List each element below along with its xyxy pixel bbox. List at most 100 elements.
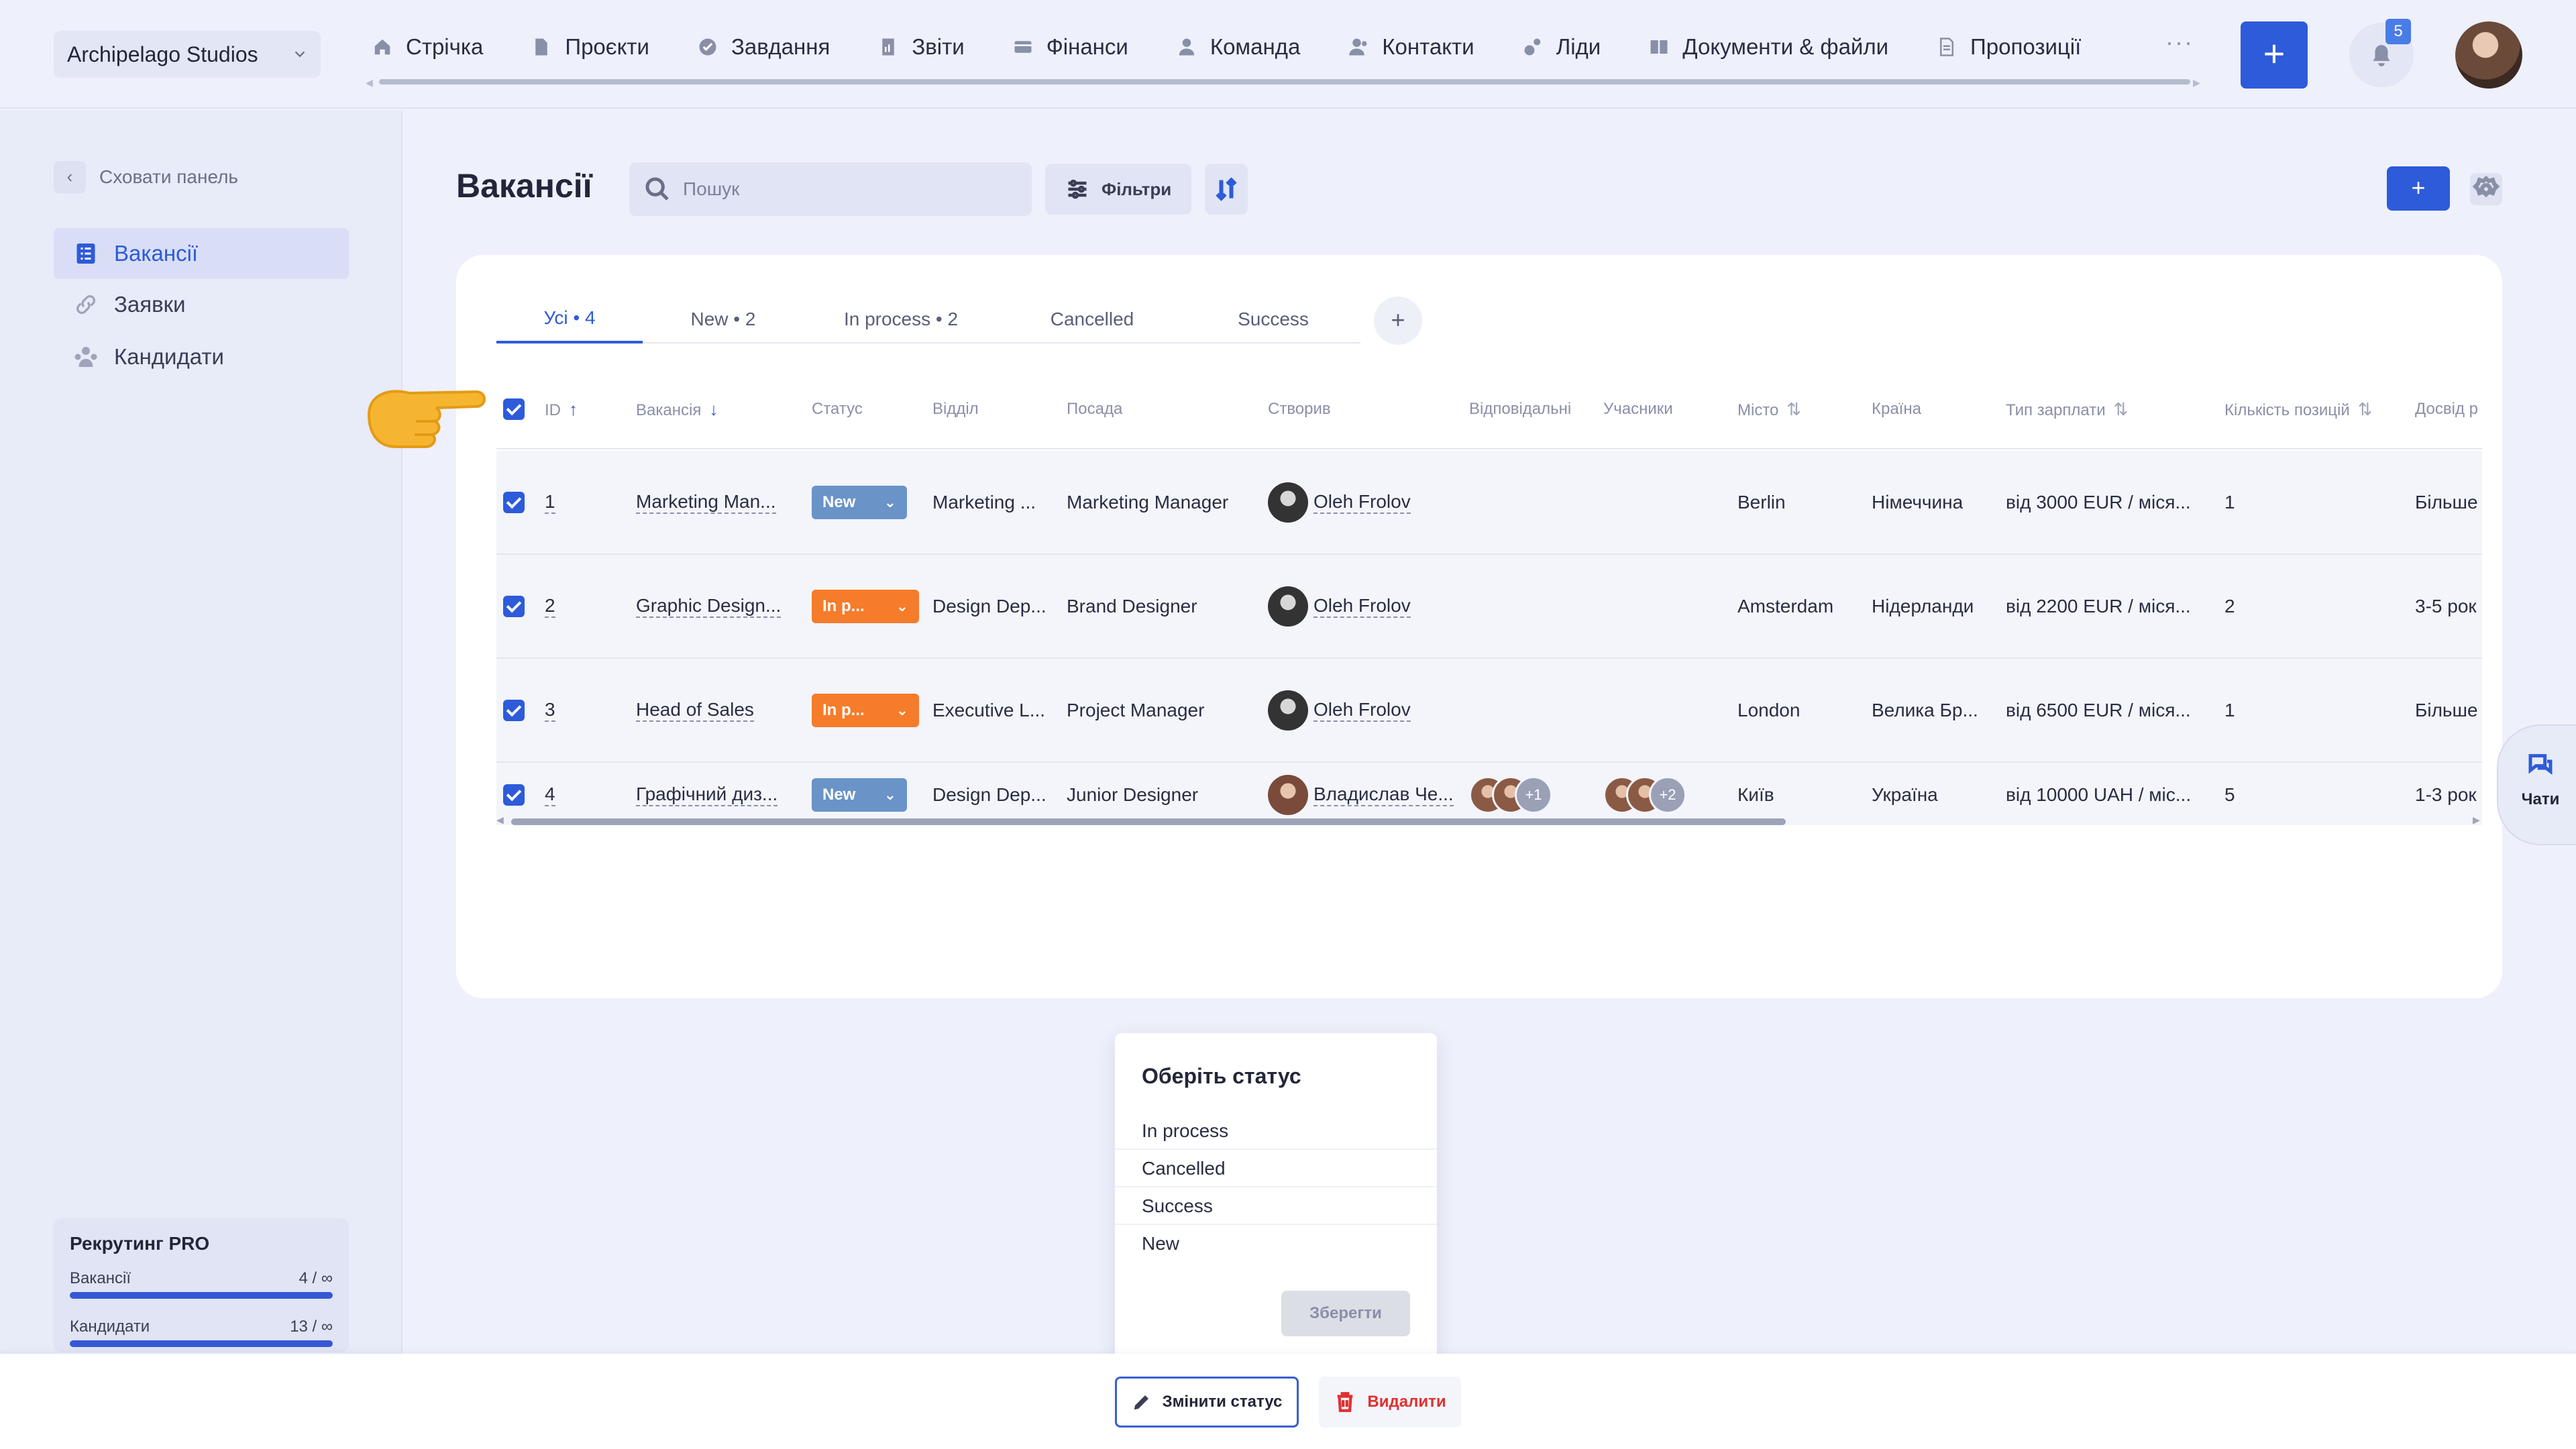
- select-all-checkbox[interactable]: [503, 398, 525, 420]
- column-responsible[interactable]: Відповідальні: [1469, 369, 1571, 449]
- tab-all[interactable]: Усі • 4: [496, 295, 643, 343]
- column-experience[interactable]: Досвід р: [2415, 369, 2478, 449]
- chats-button[interactable]: Чати: [2497, 724, 2576, 845]
- nav-scrollbar[interactable]: ◀ ▶: [366, 77, 2200, 89]
- sidebar-item-applications[interactable]: Заявки: [54, 279, 349, 330]
- status-dropdown[interactable]: In p... ⌄: [812, 555, 919, 657]
- more-count: +1: [1515, 776, 1552, 814]
- plan-usage-box: Рекрутинг PRO Вакансії 4 / ∞ Кандидати 1…: [54, 1218, 349, 1352]
- row-id[interactable]: 3: [545, 659, 555, 761]
- nav-scroll-thumb[interactable]: [379, 79, 2190, 85]
- save-button[interactable]: Зберегти: [1281, 1291, 1410, 1336]
- responsible-avatars[interactable]: +1: [1469, 763, 1552, 825]
- row-checkbox[interactable]: [503, 451, 525, 553]
- nav-item-team[interactable]: Команда: [1177, 34, 1300, 60]
- nav-label: Ліди: [1556, 34, 1601, 59]
- scroll-left-icon[interactable]: ◀: [496, 814, 504, 825]
- chevron-down-icon: ⌄: [883, 786, 896, 803]
- row-checkbox[interactable]: [503, 659, 525, 761]
- collapse-panel-button[interactable]: ‹ Сховати панель: [54, 161, 238, 193]
- settings-button[interactable]: [2470, 173, 2502, 205]
- sort-both-icon: ⇅: [1786, 399, 1802, 419]
- status-option[interactable]: Cancelled: [1115, 1150, 1437, 1187]
- scroll-right-icon[interactable]: ▶: [2473, 814, 2480, 825]
- row-creator[interactable]: Oleh Frolov: [1268, 659, 1411, 761]
- nav-item-leads[interactable]: Ліди: [1523, 34, 1601, 60]
- add-vacancy-button[interactable]: +: [2387, 166, 2450, 211]
- user-icon: [1179, 38, 1195, 56]
- column-positions-count[interactable]: Кількість позицій ⇅: [2224, 369, 2373, 449]
- status-option[interactable]: In process: [1115, 1112, 1437, 1150]
- row-id[interactable]: 1: [545, 451, 555, 553]
- row-checkbox[interactable]: [503, 763, 525, 825]
- row-id[interactable]: 4: [545, 763, 555, 825]
- column-department[interactable]: Відділ: [932, 369, 979, 449]
- pointing-hand-icon: [367, 390, 486, 448]
- filters-button[interactable]: Фільтри: [1045, 164, 1191, 215]
- row-vacancy[interactable]: Head of Sales: [636, 659, 790, 761]
- plan-row-value: 13 / ∞: [290, 1318, 333, 1336]
- nav-item-finance[interactable]: Фінанси: [1013, 34, 1128, 60]
- nav-item-reports[interactable]: Звіти: [878, 34, 965, 60]
- row-checkbox[interactable]: [503, 555, 525, 657]
- tab-success[interactable]: Success: [1186, 295, 1360, 343]
- status-option[interactable]: Success: [1115, 1187, 1437, 1225]
- search-input[interactable]: [683, 178, 1005, 200]
- column-position[interactable]: Посада: [1067, 369, 1122, 449]
- user-avatar[interactable]: [2455, 21, 2522, 89]
- table-row[interactable]: 4 Графічний диз... New ⌄ Design Dep... Ju…: [496, 763, 2482, 825]
- scroll-right-icon[interactable]: ▶: [2193, 77, 2200, 89]
- tab-cancelled[interactable]: Cancelled: [998, 295, 1186, 343]
- row-creator[interactable]: Oleh Frolov: [1268, 555, 1411, 657]
- workspace-selector[interactable]: Archipelago Studios: [54, 31, 321, 78]
- nav-item-projects[interactable]: Проєкти: [531, 34, 649, 60]
- tab-in-process[interactable]: In process • 2: [804, 295, 998, 343]
- nav-item-contacts[interactable]: Контакти: [1348, 34, 1474, 60]
- tab-new[interactable]: New • 2: [643, 295, 804, 343]
- row-creator[interactable]: Владислав Че...: [1268, 763, 1456, 825]
- table-row[interactable]: 1 Marketing Man... New ⌄ Marketing ... Ma…: [496, 451, 2482, 555]
- column-vacancy[interactable]: Вакансія ↓: [636, 369, 718, 449]
- change-status-button[interactable]: Змінити статус: [1115, 1377, 1299, 1428]
- status-dropdown[interactable]: New ⌄: [812, 763, 907, 825]
- column-status[interactable]: Статус: [812, 369, 863, 449]
- row-vacancy[interactable]: Marketing Man...: [636, 451, 790, 553]
- row-vacancy[interactable]: Графічний диз...: [636, 763, 790, 825]
- add-tab-button[interactable]: +: [1374, 297, 1422, 345]
- row-creator[interactable]: Oleh Frolov: [1268, 451, 1411, 553]
- nav-item-feed[interactable]: Стрічка: [372, 34, 483, 60]
- row-id[interactable]: 2: [545, 555, 555, 657]
- status-dropdown[interactable]: New ⌄: [812, 451, 907, 553]
- table-row[interactable]: 2 Graphic Design... In p... ⌄ Design Dep.…: [496, 555, 2482, 659]
- sort-button[interactable]: [1205, 164, 1248, 215]
- delete-button[interactable]: Видалити: [1319, 1377, 1461, 1428]
- sidebar-item-candidates[interactable]: Кандидати: [54, 331, 349, 382]
- table-horizontal-scrollbar[interactable]: ◀ ▶: [496, 814, 2482, 825]
- row-count: 1: [2224, 699, 2235, 720]
- global-add-button[interactable]: +: [2241, 21, 2308, 89]
- column-members[interactable]: Учасники: [1603, 369, 1673, 449]
- row-salary: від 3000 EUR / міся...: [2006, 491, 2191, 513]
- column-creator[interactable]: Створив: [1268, 369, 1331, 449]
- sidebar-item-vacancies[interactable]: Вакансії: [54, 228, 349, 279]
- nav-item-documents[interactable]: Документи & файли: [1649, 34, 1888, 60]
- search-box[interactable]: [629, 162, 1032, 216]
- column-city[interactable]: Місто ⇅: [1737, 369, 1801, 449]
- column-salary-type[interactable]: Тип зарплати ⇅: [2006, 369, 2128, 449]
- column-id[interactable]: ID ↑: [545, 369, 578, 449]
- row-vacancy[interactable]: Graphic Design...: [636, 555, 790, 657]
- nav-more-icon[interactable]: ···: [2165, 28, 2194, 56]
- nav-label: Пропозиції: [1970, 34, 2082, 59]
- row-experience: Більше: [2415, 699, 2478, 720]
- scroll-left-icon[interactable]: ◀: [366, 77, 373, 89]
- avatar: [1268, 586, 1308, 627]
- table-scroll-thumb[interactable]: [511, 818, 1786, 825]
- table-row[interactable]: 3 Head of Sales In p... ⌄ Executive L... …: [496, 659, 2482, 763]
- sliders-icon: [1068, 179, 1087, 199]
- status-dropdown[interactable]: In p... ⌄: [812, 659, 919, 761]
- nav-item-tasks[interactable]: Завдання: [698, 34, 830, 60]
- status-option[interactable]: New: [1115, 1225, 1437, 1263]
- member-avatars[interactable]: +2: [1603, 763, 1686, 825]
- nav-item-proposals[interactable]: Пропозиції: [1937, 34, 2081, 60]
- column-country[interactable]: Країна: [1872, 369, 1921, 449]
